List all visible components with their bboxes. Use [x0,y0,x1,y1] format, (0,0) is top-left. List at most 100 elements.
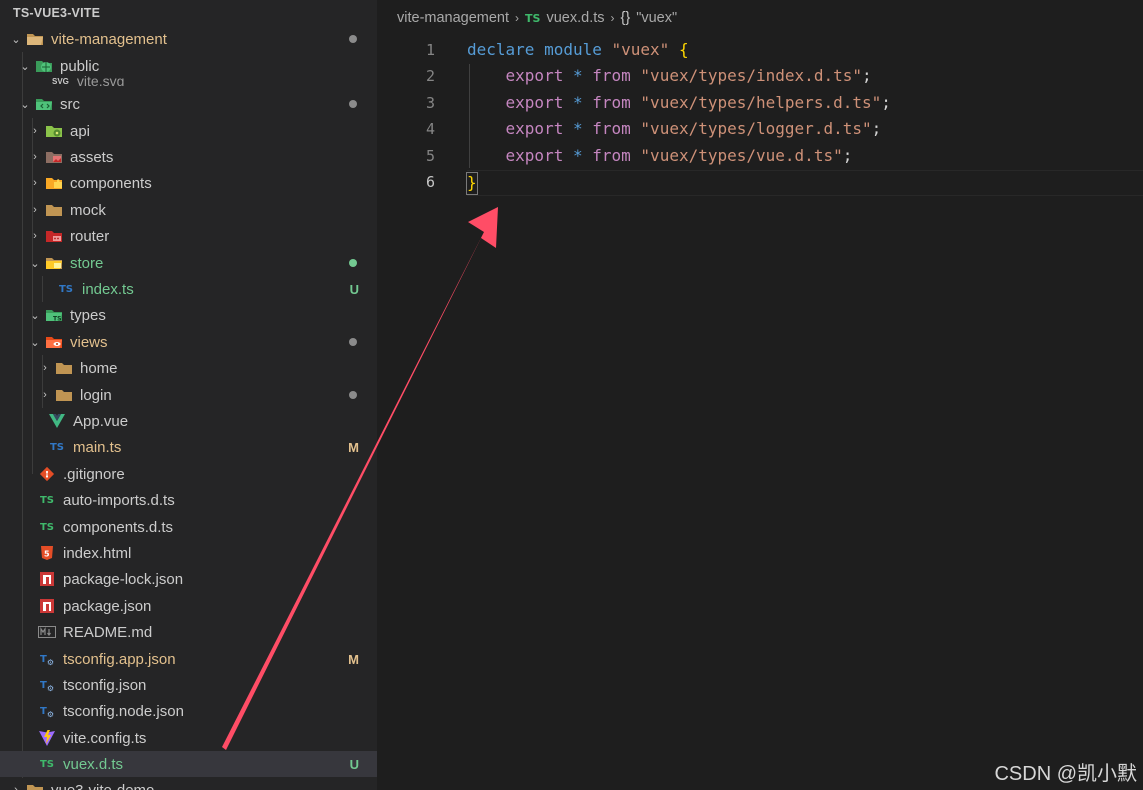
breadcrumb-symbol[interactable]: "vuex" [636,10,677,26]
chevron-right-icon: › [14,784,18,790]
keyword-token: from [592,66,631,85]
tree-label: package-lock.json [63,570,184,588]
explorer-title: TS-VUE3-VITE [13,6,101,20]
modified-dot [349,391,357,399]
tree-file-app-vue[interactable]: App.vue [0,408,377,434]
typescript-icon: TS [525,11,541,25]
line-number: 3 [425,94,435,112]
folder-icon [45,201,63,219]
folder-icon [55,359,73,377]
code-line[interactable]: } [467,170,477,196]
api-folder-icon [45,122,63,140]
modified-badge: M [348,439,359,455]
line-number: 6 [425,173,435,191]
views-folder-icon [45,333,63,351]
chevron-right-icon: › [33,151,37,163]
keyword-token: from [592,119,631,138]
git-icon [38,465,56,483]
keyword-token: declare [467,40,535,59]
string-token: "vuex/types/index.d.ts" [640,66,862,85]
tree-label: router [70,227,110,245]
tree-folder-router[interactable]: › router [0,223,377,249]
tree-label: App.vue [73,412,129,430]
src-folder-icon [35,95,53,113]
tree-label: api [70,122,91,140]
breadcrumb-folder[interactable]: vite-management [397,10,509,26]
punctuation-token: ; [861,66,872,85]
tree-folder-components[interactable]: › components [0,170,377,196]
tree-folder-vite-management[interactable]: ⌄ vite-management [0,26,377,52]
tree-folder-home[interactable]: › home [0,355,377,381]
tree-label: vite.config.ts [63,729,147,747]
tree-label: tsconfig.app.json [63,650,176,668]
typescript-icon: TS [39,758,55,770]
tree-file-main-ts[interactable]: TS main.ts M [0,434,377,460]
code-line[interactable]: export * from "vuex/types/vue.d.ts"; [467,143,853,169]
tree-file-package-json[interactable]: package.json [0,593,377,619]
line-number: 5 [425,147,435,165]
tree-label: src [60,95,80,113]
line-number: 4 [425,120,435,138]
tree-file-index-ts[interactable]: TS index.ts U [0,276,377,302]
chevron-down-icon: ⌄ [30,309,40,322]
tree-label: index.ts [82,280,134,298]
markdown-icon [38,623,56,641]
typescript-icon: TS [39,494,55,506]
tree-label: components [70,174,152,192]
code-line[interactable]: export * from "vuex/types/helpers.d.ts"; [467,90,891,116]
tree-label: views [70,333,108,351]
tree-label: index.html [63,544,132,562]
tree-folder-vue3-vite-demo[interactable]: › vue3-vite-demo [0,777,377,790]
chevron-right-icon: › [43,362,47,374]
string-token: "vuex/types/logger.d.ts" [640,119,872,138]
explorer-sidebar: TS-VUE3-VITE ⌄ vite-management ⌄ public … [0,0,377,790]
tree-file-readme[interactable]: README.md [0,619,377,645]
tree-label: package.json [63,597,152,615]
svg-text:5: 5 [44,550,50,559]
tree-file-package-lock[interactable]: package-lock.json [0,566,377,592]
svg-file-icon: SVG [52,77,69,86]
tree-file-vite-config[interactable]: vite.config.ts [0,725,377,751]
tree-folder-src[interactable]: ⌄ src [0,91,377,117]
breadcrumb-file[interactable]: vuex.d.ts [546,10,604,26]
tree-folder-store[interactable]: ⌄ store [0,250,377,276]
tree-file-gitignore[interactable]: .gitignore [0,461,377,487]
tree-label: tsconfig.json [63,676,147,694]
tsconfig-icon: T ⚙ [40,679,54,693]
tree-file-auto-imports[interactable]: TS auto-imports.d.ts [0,487,377,513]
types-folder-icon: TS [45,306,63,324]
tree-file-index-html[interactable]: 5 index.html [0,540,377,566]
code-line[interactable]: export * from "vuex/types/logger.d.ts"; [467,116,882,142]
tree-folder-api[interactable]: › api [0,118,377,144]
code-line[interactable]: export * from "vuex/types/index.d.ts"; [467,63,872,89]
code-line[interactable]: declare module "vuex" { [467,37,689,63]
keyword-token: export [505,119,564,138]
operator-token: * [572,119,583,138]
tree-file-tsconfig-app[interactable]: T ⚙ tsconfig.app.json M [0,646,377,672]
tree-file-vuex-dts[interactable]: TS vuex.d.ts U [0,751,377,777]
tree-file-tsconfig[interactable]: T ⚙ tsconfig.json [0,672,377,698]
tree-label: .gitignore [63,465,125,483]
tree-folder-mock[interactable]: › mock [0,197,377,223]
folder-icon [55,386,73,404]
chevron-right-icon: › [515,11,520,25]
keyword-token: export [505,93,564,112]
tree-label: vite.svg [76,73,125,86]
tree-label: vite-management [51,30,167,48]
tree-folder-types[interactable]: ⌄ TS types [0,302,377,328]
code-editor[interactable]: vite-management › TS vuex.d.ts › {} "vue… [377,0,1143,790]
current-line-highlight [467,170,1143,196]
operator-token: * [572,66,583,85]
tree-label: vuex.d.ts [63,755,124,773]
typescript-icon: TS [49,441,65,453]
module-symbol-icon: {} [620,10,631,26]
tree-folder-login[interactable]: › login [0,382,377,408]
tree-folder-views[interactable]: ⌄ views [0,329,377,355]
tree-file-tsconfig-node[interactable]: T ⚙ tsconfig.node.json [0,698,377,724]
tree-file-vite-svg-peek[interactable]: SVG vite.svg [52,72,124,86]
tree-file-components-dts[interactable]: TS components.d.ts [0,514,377,540]
keyword-token: export [505,146,564,165]
punctuation-token: ; [881,93,891,112]
tree-folder-assets[interactable]: › assets [0,144,377,170]
public-folder-icon [35,57,53,75]
